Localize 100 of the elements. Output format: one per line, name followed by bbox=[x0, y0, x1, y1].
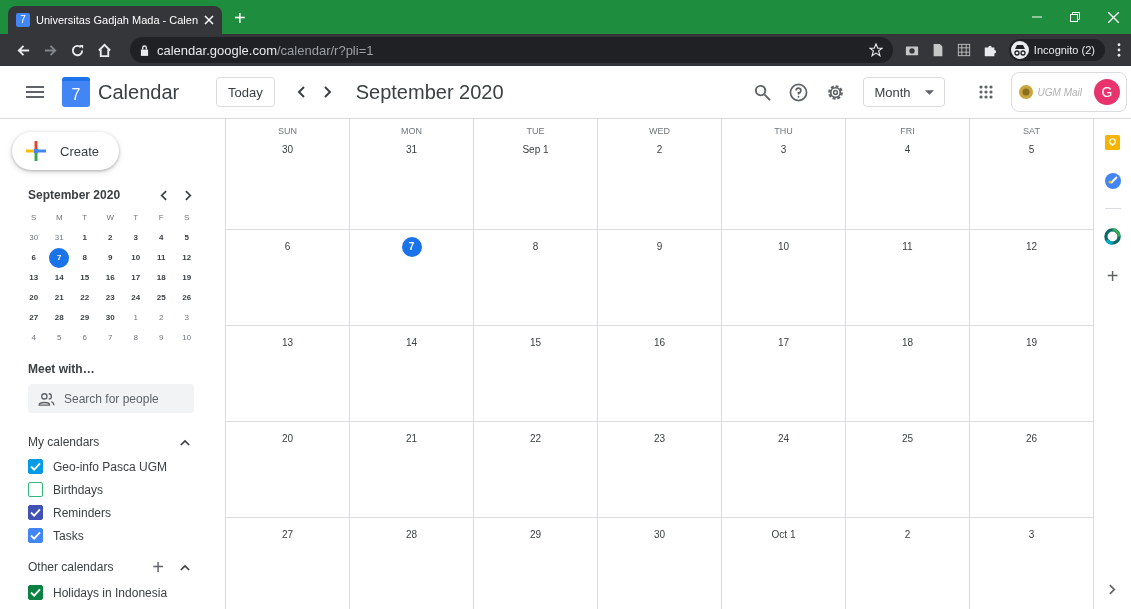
mini-calendar-day[interactable]: 7 bbox=[49, 248, 70, 268]
account-card[interactable]: UGM Mail G bbox=[1010, 72, 1127, 112]
new-tab-button[interactable]: + bbox=[230, 4, 250, 32]
day-number[interactable]: 9 bbox=[649, 237, 670, 257]
back-icon[interactable] bbox=[16, 42, 31, 58]
settings-icon[interactable] bbox=[826, 82, 846, 102]
day-number[interactable]: 23 bbox=[649, 429, 670, 449]
address-bar[interactable]: calendar.google.com/calendar/r?pli=1 bbox=[130, 37, 893, 63]
more-icon[interactable] bbox=[1117, 43, 1121, 57]
mini-calendar-day[interactable]: 27 bbox=[23, 308, 44, 328]
mini-calendar-day[interactable]: 15 bbox=[74, 268, 95, 288]
day-number[interactable]: 30 bbox=[649, 525, 670, 545]
profile-button[interactable]: Incognito (2) bbox=[1008, 39, 1105, 61]
checkbox[interactable] bbox=[28, 482, 43, 497]
day-number[interactable]: 2 bbox=[897, 525, 918, 545]
grid-icon[interactable] bbox=[956, 43, 971, 57]
day-number[interactable]: 14 bbox=[401, 333, 422, 353]
day-number[interactable]: 25 bbox=[897, 429, 918, 449]
ring-icon[interactable] bbox=[1104, 228, 1121, 245]
day-number[interactable]: 22 bbox=[525, 429, 546, 449]
mini-calendar-day[interactable]: 30 bbox=[23, 228, 44, 248]
day-number[interactable]: 28 bbox=[401, 525, 422, 545]
mini-calendar-day[interactable]: 5 bbox=[49, 328, 70, 348]
day-number[interactable]: 26 bbox=[1021, 429, 1042, 449]
mini-calendar-day[interactable]: 22 bbox=[74, 288, 95, 308]
mini-calendar-day[interactable]: 24 bbox=[125, 288, 146, 308]
mini-calendar-day[interactable]: 20 bbox=[23, 288, 44, 308]
mini-calendar-day[interactable]: 23 bbox=[100, 288, 121, 308]
day-number[interactable]: 17 bbox=[773, 333, 794, 353]
mini-calendar-day[interactable]: 9 bbox=[100, 248, 121, 268]
menu-icon[interactable] bbox=[26, 86, 44, 98]
mini-calendar-day[interactable]: 4 bbox=[151, 228, 172, 248]
mini-calendar-day[interactable]: 10 bbox=[176, 328, 197, 348]
day-number[interactable]: 7 bbox=[401, 237, 422, 257]
day-number[interactable]: 10 bbox=[773, 237, 794, 257]
day-number[interactable]: 27 bbox=[277, 525, 298, 545]
mini-calendar-day[interactable]: 2 bbox=[100, 228, 121, 248]
mini-calendar-day[interactable]: 1 bbox=[74, 228, 95, 248]
mini-calendar-day[interactable]: 3 bbox=[176, 308, 197, 328]
day-number[interactable]: 31 bbox=[401, 140, 422, 160]
day-number[interactable]: 8 bbox=[525, 237, 546, 257]
day-number[interactable]: 11 bbox=[897, 237, 918, 257]
help-icon[interactable] bbox=[789, 82, 809, 102]
mini-calendar-day[interactable]: 18 bbox=[151, 268, 172, 288]
avatar[interactable]: G bbox=[1094, 79, 1120, 105]
close-icon[interactable] bbox=[204, 15, 215, 25]
tasks-icon[interactable] bbox=[1104, 173, 1121, 189]
mini-calendar-day[interactable]: 4 bbox=[23, 328, 44, 348]
expand-icon[interactable] bbox=[1109, 584, 1116, 595]
view-dropdown[interactable]: Month bbox=[863, 77, 945, 107]
mini-calendar-day[interactable]: 26 bbox=[176, 288, 197, 308]
day-number[interactable]: 5 bbox=[1021, 140, 1042, 160]
checkbox[interactable] bbox=[28, 585, 43, 600]
browser-tab[interactable]: 7 Universitas Gadjah Mada - Calen bbox=[8, 6, 223, 34]
next-icon[interactable] bbox=[323, 86, 332, 98]
day-number[interactable]: Sep 1 bbox=[522, 140, 549, 160]
mini-calendar-day[interactable]: 28 bbox=[49, 308, 70, 328]
day-number[interactable]: 21 bbox=[401, 429, 422, 449]
mini-calendar-day[interactable]: 30 bbox=[100, 308, 121, 328]
puzzle-icon[interactable] bbox=[982, 43, 997, 57]
people-search-field[interactable]: Search for people bbox=[28, 384, 194, 413]
mini-calendar-day[interactable]: 6 bbox=[23, 248, 44, 268]
mini-calendar-day[interactable]: 1 bbox=[125, 308, 146, 328]
mini-calendar-day[interactable]: 19 bbox=[176, 268, 197, 288]
checkbox[interactable] bbox=[28, 528, 43, 543]
mini-calendar-day[interactable]: 31 bbox=[49, 228, 70, 248]
day-number[interactable]: 6 bbox=[277, 237, 298, 257]
previous-icon[interactable] bbox=[296, 86, 305, 98]
add-button[interactable]: + bbox=[1106, 268, 1119, 284]
restore-icon[interactable] bbox=[1070, 11, 1080, 22]
mini-calendar-day[interactable]: 16 bbox=[100, 268, 121, 288]
day-number[interactable]: 20 bbox=[277, 429, 298, 449]
mini-calendar-day[interactable]: 29 bbox=[74, 308, 95, 328]
mini-calendar-day[interactable]: 9 bbox=[151, 328, 172, 348]
day-number[interactable]: 2 bbox=[649, 140, 670, 160]
collapse-icon[interactable] bbox=[180, 563, 190, 571]
next-icon[interactable] bbox=[185, 189, 192, 201]
day-number[interactable]: 3 bbox=[1021, 525, 1042, 545]
previous-icon[interactable] bbox=[160, 189, 167, 201]
search-icon[interactable] bbox=[754, 83, 772, 101]
mini-calendar-day[interactable]: 17 bbox=[125, 268, 146, 288]
collapse-icon[interactable] bbox=[180, 438, 190, 446]
day-number[interactable]: 18 bbox=[897, 333, 918, 353]
reload-icon[interactable] bbox=[70, 42, 85, 58]
day-number[interactable]: 12 bbox=[1021, 237, 1042, 257]
checkbox[interactable] bbox=[28, 505, 43, 520]
mini-calendar-day[interactable]: 13 bbox=[23, 268, 44, 288]
mini-calendar-day[interactable]: 8 bbox=[74, 248, 95, 268]
mini-calendar-day[interactable]: 21 bbox=[49, 288, 70, 308]
mini-calendar-day[interactable]: 25 bbox=[151, 288, 172, 308]
mini-calendar-day[interactable]: 5 bbox=[176, 228, 197, 248]
day-number[interactable]: 3 bbox=[773, 140, 794, 160]
create-button[interactable]: Create bbox=[12, 132, 120, 170]
mini-calendar-day[interactable]: 10 bbox=[125, 248, 146, 268]
day-number[interactable]: 15 bbox=[525, 333, 546, 353]
mini-calendar-day[interactable]: 7 bbox=[100, 328, 121, 348]
day-number[interactable]: 4 bbox=[897, 140, 918, 160]
star-icon[interactable] bbox=[868, 43, 883, 57]
apps-icon[interactable] bbox=[978, 85, 993, 99]
home-icon[interactable] bbox=[97, 42, 112, 58]
